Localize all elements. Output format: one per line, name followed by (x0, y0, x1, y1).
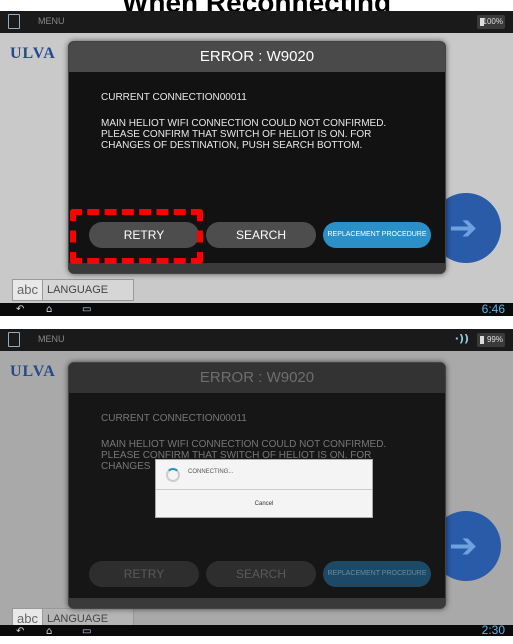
divider (156, 489, 372, 490)
menu-button[interactable]: MENU (38, 334, 65, 344)
arrow-right-icon: ➔ (449, 208, 478, 248)
replacement-procedure-button[interactable]: REPLACEMENT PROCEDURE (323, 222, 431, 248)
navigation-bar: ↶ ⌂ ▭ 6:46 (0, 303, 513, 316)
home-icon[interactable]: ⌂ (46, 625, 52, 636)
retry-button: RETRY (89, 561, 199, 587)
arrow-right-icon: ➔ (449, 526, 478, 566)
document-icon[interactable] (8, 14, 20, 29)
home-icon[interactable]: ⌂ (46, 303, 52, 316)
loading-spinner-icon (166, 468, 180, 482)
clock: 2:30 (481, 623, 505, 636)
status-bar: MENU 100% (0, 11, 513, 33)
back-icon[interactable]: ↶ (16, 303, 24, 316)
dialog-title: ERROR : W9020 (69, 363, 445, 393)
language-label: LANGUAGE (46, 613, 109, 625)
back-icon[interactable]: ↶ (16, 625, 24, 636)
battery-indicator: 99% (477, 333, 505, 347)
screen-connecting: MENU ·)) 99% ULVA ➔ abc LANGUAGE ERROR :… (0, 329, 513, 636)
clock: 6:46 (481, 302, 505, 316)
battery-indicator: 100% (477, 15, 505, 29)
cancel-button[interactable]: Cancel (156, 491, 372, 517)
wifi-signal-icon: ·)) (454, 332, 469, 345)
dialog-title: ERROR : W9020 (69, 42, 445, 72)
recent-apps-icon[interactable]: ▭ (82, 625, 91, 636)
app-logo: ULVA (10, 363, 56, 380)
navigation-bar: ↶ ⌂ ▭ 2:30 (0, 623, 513, 636)
app-logo: ULVA (10, 45, 56, 62)
screen-error: MENU 100% ULVA ➔ abc LANGUAGE ERROR : W9… (0, 11, 513, 316)
current-connection-text: CURRENT CONNECTION00011 (101, 413, 247, 424)
search-button[interactable]: SEARCH (206, 222, 316, 248)
recent-apps-icon[interactable]: ▭ (82, 303, 91, 316)
slide: When Reconnecting MENU 100% ULVA ➔ abc L… (0, 0, 513, 644)
replacement-procedure-button: REPLACEMENT PROCEDURE (323, 561, 431, 587)
search-button: SEARCH (206, 561, 316, 587)
retry-highlight-box (70, 209, 203, 264)
document-icon[interactable] (8, 332, 20, 347)
abc-icon: abc (13, 280, 43, 300)
connecting-text: CONNECTING... (188, 469, 234, 475)
language-button[interactable]: abc LANGUAGE (12, 279, 134, 301)
language-label: LANGUAGE (46, 284, 109, 296)
status-bar: MENU ·)) 99% (0, 329, 513, 351)
dialog-footer (69, 263, 445, 273)
menu-button[interactable]: MENU (38, 16, 65, 26)
error-message: MAIN HELIOT WIFI CONNECTION COULD NOT CO… (101, 118, 387, 151)
connecting-progress-dialog: CONNECTING... Cancel (155, 459, 373, 518)
current-connection-text: CURRENT CONNECTION00011 (101, 92, 247, 103)
dialog-footer (69, 598, 445, 608)
